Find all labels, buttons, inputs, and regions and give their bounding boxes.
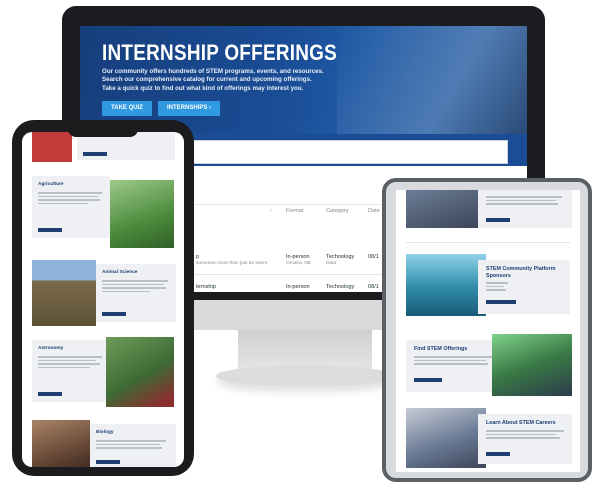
card-photo xyxy=(32,260,96,326)
list-item: Animal Science xyxy=(96,264,176,322)
list-item xyxy=(478,190,572,228)
row-date: 08/1 xyxy=(368,284,379,290)
row-title[interactable]: ternship xyxy=(196,284,216,290)
card-photo xyxy=(406,254,486,316)
take-quiz-button[interactable]: TAKE QUIZ xyxy=(102,101,152,116)
card-title: Find STEM Offerings xyxy=(414,346,468,352)
card-title: Biology xyxy=(96,430,114,435)
card-photo xyxy=(106,337,174,407)
hero-banner: INTERNSHIP OFFERINGS Our community offer… xyxy=(80,26,527,134)
card-button[interactable] xyxy=(414,378,442,382)
row-date: 08/1 xyxy=(368,254,379,260)
monitor-stand-base xyxy=(216,366,394,386)
row-location: Omaha, NE xyxy=(286,261,312,266)
card-title: Astronomy xyxy=(38,346,64,351)
card-button[interactable] xyxy=(486,218,510,222)
card-title: Agriculture xyxy=(38,182,64,187)
card-photo xyxy=(492,334,572,396)
page-title: INTERNSHIP OFFERINGS xyxy=(102,40,338,65)
list-item: Astronomy xyxy=(32,340,110,402)
column-category[interactable]: Category xyxy=(326,208,349,214)
card-photo xyxy=(406,408,486,468)
row-format: In-person xyxy=(286,254,310,260)
hero-subtext: Take a quick quiz to find out what kind … xyxy=(102,85,304,92)
sort-chevron-icon[interactable]: ‹ xyxy=(270,208,272,214)
card-photo xyxy=(32,420,90,467)
card-button[interactable] xyxy=(83,152,107,156)
hero-photo xyxy=(337,26,527,134)
list-item: Find STEM Offerings xyxy=(406,340,498,392)
column-format[interactable]: Format xyxy=(286,208,304,214)
card-button[interactable] xyxy=(486,300,516,304)
row-subtitle: someone more than just an intern xyxy=(196,261,268,266)
row-title[interactable]: p xyxy=(196,254,199,260)
card-button[interactable] xyxy=(96,460,120,464)
card-photo xyxy=(110,180,174,248)
phone-notch xyxy=(68,125,138,137)
card-title: STEM Community Platform Sponsors xyxy=(486,266,556,279)
card-title: Animal Science xyxy=(102,270,138,275)
card-title: Learn About STEM Careers xyxy=(486,420,556,426)
row-format: In-person xyxy=(286,284,310,290)
row-category: Technology xyxy=(326,284,355,290)
row-category-sub: Data xyxy=(326,261,337,266)
list-item: Biology xyxy=(90,424,176,467)
card-photo xyxy=(406,190,478,228)
internships-button[interactable]: INTERNSHIPS › xyxy=(158,101,220,116)
card-button[interactable] xyxy=(38,228,62,232)
card-button[interactable] xyxy=(486,452,510,456)
card-button[interactable] xyxy=(102,312,126,316)
tablet-screen: STEM Community Platform Sponsors Find ST… xyxy=(396,190,580,472)
phone-screen: Agriculture Animal Science Astronomy Bio… xyxy=(22,132,184,467)
row-category: Technology xyxy=(326,254,355,260)
column-date[interactable]: Date xyxy=(368,208,380,214)
divider xyxy=(406,242,570,243)
list-item: STEM Community Platform Sponsors xyxy=(478,260,570,314)
hero-description: Our community offers hundreds of STEM pr… xyxy=(102,68,324,83)
list-item: Agriculture xyxy=(32,176,110,238)
list-item: Learn About STEM Careers xyxy=(478,414,572,464)
card-button[interactable] xyxy=(38,392,62,396)
card-photo xyxy=(32,132,72,162)
